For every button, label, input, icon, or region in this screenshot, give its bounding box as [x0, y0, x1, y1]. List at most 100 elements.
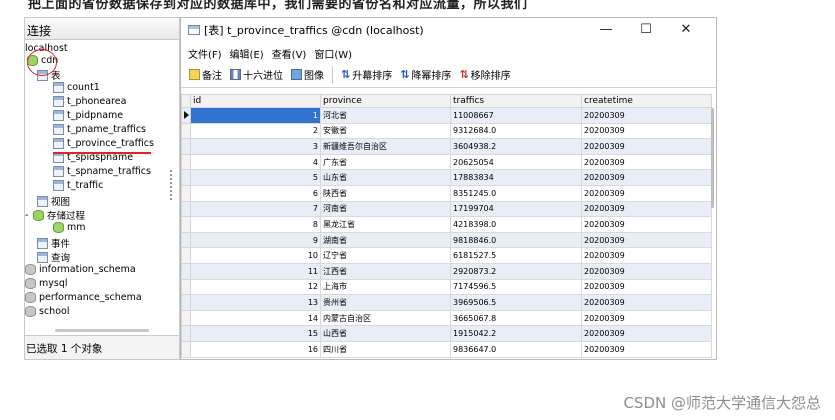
cell-createtime[interactable]: 20200309 — [581, 325, 712, 342]
column-header-id[interactable]: id — [190, 94, 321, 108]
menu-view[interactable]: 查看(V) — [268, 46, 311, 61]
cell-province[interactable]: 内蒙古自治区 — [320, 309, 451, 327]
menu-edit[interactable]: 编辑(E) — [226, 46, 268, 61]
cell-createtime[interactable]: 20200309 — [581, 122, 712, 140]
row-marker[interactable] — [181, 294, 191, 311]
row-marker[interactable] — [181, 216, 191, 233]
cell-createtime[interactable]: 20200309 — [581, 262, 712, 280]
cell-province[interactable]: 黑龙江省 — [320, 216, 451, 233]
cell-traffics[interactable]: 9312684.0 — [450, 122, 582, 140]
tree-item-table[interactable]: count1 — [53, 82, 100, 93]
cell-id[interactable]: 6 — [190, 184, 321, 202]
tree-item-database[interactable]: mysql — [25, 278, 68, 289]
table-row[interactable]: 15 山西省 1915042.2 20200309 — [181, 325, 712, 342]
table-row[interactable]: 11 江西省 2920873.2 20200309 — [181, 262, 712, 280]
cell-id[interactable]: 1 — [190, 107, 321, 124]
table-row[interactable]: 2 安徽省 9312684.0 20200309 — [181, 122, 712, 140]
cell-traffics[interactable]: 3969506.5 — [450, 294, 582, 311]
scrollbar-thumb[interactable] — [711, 108, 714, 208]
cell-traffics[interactable]: 8351245.0 — [450, 184, 582, 202]
cell-traffics[interactable]: 2920873.2 — [450, 262, 582, 280]
table-row[interactable]: 12 上海市 7174596.5 20200309 — [181, 278, 712, 296]
row-marker[interactable] — [181, 153, 191, 171]
row-marker[interactable] — [181, 169, 191, 186]
sort-ascending-button[interactable]: ⇅ 升幕排序 — [337, 64, 396, 86]
table-row[interactable]: 13 贵州省 3969506.5 20200309 — [181, 294, 712, 311]
row-marker[interactable] — [181, 107, 191, 124]
column-header-traffics[interactable]: traffics — [450, 94, 582, 108]
cell-province[interactable]: 湖南省 — [320, 231, 451, 249]
sort-descending-button[interactable]: ⇅ 降幂排序 — [396, 64, 455, 86]
tree-item-table[interactable]: t_phonearea — [53, 96, 126, 107]
remove-sort-button[interactable]: ⇅ 移除排序 — [455, 64, 514, 86]
close-button[interactable]: ✕ — [666, 22, 706, 38]
cell-createtime[interactable]: 20200309 — [581, 247, 712, 264]
table-row[interactable]: 8 黑龙江省 4218398.0 20200309 — [181, 216, 712, 233]
table-row[interactable]: 5 山东省 17883834 20200309 — [181, 169, 712, 186]
tree-item-procedures[interactable]: - 存储过程 — [25, 208, 85, 222]
tree-item-table-selected[interactable]: t_province_traffics — [53, 138, 154, 149]
cell-id[interactable]: 8 — [190, 216, 321, 233]
row-marker[interactable] — [181, 247, 191, 264]
tree-item-database[interactable]: school — [25, 306, 69, 317]
cell-createtime[interactable]: 20200309 — [581, 200, 712, 218]
cell-traffics[interactable]: 7174596.5 — [450, 278, 582, 296]
cell-province[interactable]: 四川省 — [320, 340, 451, 358]
tree-item-database[interactable]: performance_schema — [25, 292, 142, 303]
row-marker[interactable] — [181, 231, 191, 249]
cell-province[interactable]: 贵州省 — [320, 294, 451, 311]
cell-id[interactable]: 14 — [190, 309, 321, 327]
row-marker[interactable] — [181, 340, 191, 358]
cell-createtime[interactable]: 20200309 — [581, 138, 712, 155]
cell-province[interactable]: 山东省 — [320, 169, 451, 186]
cell-createtime[interactable]: 20200309 — [581, 184, 712, 202]
splitter-handle[interactable] — [170, 170, 173, 200]
cell-createtime[interactable]: 20200309 — [581, 216, 712, 233]
row-marker[interactable] — [181, 200, 191, 218]
cell-createtime[interactable]: 20200309 — [581, 340, 712, 358]
table-row[interactable]: 10 辽宁省 6181527.5 20200309 — [181, 247, 712, 264]
cell-id[interactable]: 13 — [190, 294, 321, 311]
tree-item-table[interactable]: t_traffic — [53, 180, 103, 191]
column-header-province[interactable]: province — [320, 94, 451, 108]
cell-traffics[interactable]: 20625054 — [450, 153, 582, 171]
cell-id[interactable]: 11 — [190, 262, 321, 280]
cell-createtime[interactable]: 20200309 — [581, 309, 712, 327]
cell-province[interactable]: 上海市 — [320, 278, 451, 296]
cell-province[interactable]: 河南省 — [320, 200, 451, 218]
table-row[interactable]: 3 新疆维吾尔自治区 3604938.2 20200309 — [181, 138, 712, 155]
row-marker[interactable] — [181, 325, 191, 342]
tree-item-table[interactable]: t_pname_traffics — [53, 124, 146, 135]
cell-province[interactable]: 辽宁省 — [320, 247, 451, 264]
row-marker[interactable] — [181, 138, 191, 155]
cell-id[interactable]: 16 — [190, 340, 321, 358]
cell-province[interactable]: 陕西省 — [320, 184, 451, 202]
table-row[interactable]: 16 四川省 9836647.0 20200309 — [181, 340, 712, 358]
cell-id[interactable]: 3 — [190, 138, 321, 155]
expand-toggle[interactable]: - — [25, 210, 33, 221]
menu-file[interactable]: 文件(F) — [184, 46, 226, 61]
table-row[interactable]: 9 湖南省 9818846.0 20200309 — [181, 231, 712, 249]
cell-traffics[interactable]: 4218398.0 — [450, 216, 582, 233]
maximize-button[interactable]: ☐ — [626, 22, 666, 38]
row-marker[interactable] — [181, 184, 191, 202]
cell-traffics[interactable]: 17199704 — [450, 200, 582, 218]
menu-window[interactable]: 窗口(W) — [310, 46, 356, 61]
cell-id[interactable]: 2 — [190, 122, 321, 140]
cell-createtime[interactable]: 20200309 — [581, 153, 712, 171]
cell-province[interactable]: 河北省 — [320, 107, 451, 124]
table-row[interactable]: 6 陕西省 8351245.0 20200309 — [181, 184, 712, 202]
cell-traffics[interactable]: 3665067.8 — [450, 309, 582, 327]
tree-item-database[interactable]: information_schema — [25, 264, 136, 275]
cell-province[interactable]: 广东省 — [320, 153, 451, 171]
tree-item-table[interactable]: t_spname_traffics — [53, 166, 151, 177]
cell-traffics[interactable]: 3604938.2 — [450, 138, 582, 155]
image-button[interactable]: 图像 — [287, 64, 328, 86]
cell-createtime[interactable]: 20200309 — [581, 278, 712, 296]
table-row[interactable]: 1 河北省 11008667 20200309 — [181, 107, 712, 124]
cell-traffics[interactable]: 1915042.2 — [450, 325, 582, 342]
table-row[interactable]: 14 内蒙古自治区 3665067.8 20200309 — [181, 309, 712, 327]
cell-id[interactable]: 7 — [190, 200, 321, 218]
horizontal-scrollbar[interactable] — [55, 329, 149, 332]
cell-traffics[interactable]: 11008667 — [450, 107, 582, 124]
